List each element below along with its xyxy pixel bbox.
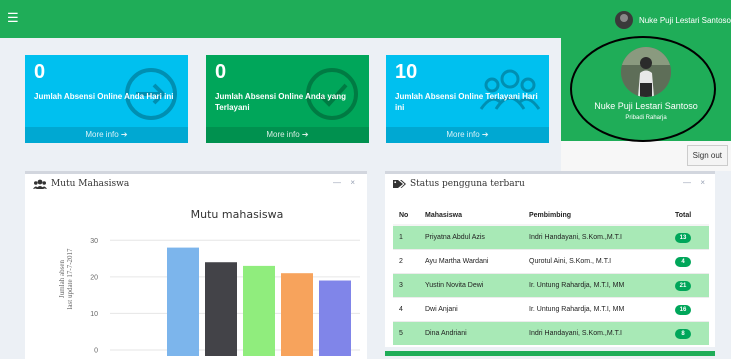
cell-no: 2 — [393, 249, 419, 274]
cell-mahasiswa: Ayu Martha Wardani — [419, 249, 523, 274]
chart-title: Mutu mahasiswa — [191, 208, 284, 221]
table-row[interactable]: 4 Dwi Anjani Ir. Untung Rahardja, M.T.I,… — [393, 297, 709, 322]
cell-mahasiswa: Dina Andriani — [419, 321, 523, 345]
cell-pembimbing: Qurotul Aini, S.Kom., M.T.I — [523, 249, 669, 274]
more-info-link[interactable]: More info ➔ — [206, 127, 369, 143]
cell-no: 3 — [393, 273, 419, 298]
column-header: Pembimbing — [523, 207, 669, 226]
chart-ylabel: Jumlah absen — [58, 260, 66, 298]
user-avatar — [614, 11, 633, 29]
total-badge: 4 — [675, 256, 691, 267]
cell-total: 16 — [669, 297, 709, 322]
hamburger-icon[interactable]: ☰ — [7, 11, 19, 24]
column-header: Total — [669, 207, 709, 226]
info-box-label: Jumlah Absensi Online Anda Hari ini — [34, 92, 174, 101]
minimize-button[interactable]: — — [683, 178, 691, 187]
cell-mahasiswa: Yustin Novita Dewi — [419, 273, 523, 298]
sign-out-button[interactable]: Sign out — [686, 145, 728, 166]
y-tick-label: 0 — [94, 348, 98, 355]
cell-pembimbing: Indri Handayani, S.Kom.,M.T.I — [523, 224, 669, 250]
chart-ylabel-secondary: last update 17-7-2017 — [66, 248, 74, 310]
more-info-link[interactable]: More info ➔ — [25, 127, 188, 143]
cell-pembimbing: Indri Handayani, S.Kom.,M.T.I — [523, 321, 669, 345]
info-box-number: 0 — [34, 61, 46, 83]
table-row[interactable]: 3 Yustin Novita Dewi Ir. Untung Rahardja… — [393, 273, 709, 298]
user-menu[interactable]: Nuke Puji Lestari Santoso — [614, 9, 731, 31]
total-badge: 16 — [675, 304, 691, 315]
info-box-number: 10 — [395, 61, 418, 83]
user-name: Nuke Puji Lestari Santoso — [638, 15, 731, 25]
total-badge: 13 — [675, 232, 691, 243]
table-row[interactable]: 1 Priyatna Abdul Azis Indri Handayani, S… — [393, 224, 709, 250]
column-header: Mahasiswa — [419, 207, 523, 226]
panel-title-text: Status pengguna terbaru — [410, 179, 525, 189]
chart-bars — [167, 247, 351, 356]
cell-mahasiswa: Priyatna Abdul Azis — [419, 224, 523, 250]
table-row[interactable]: 5 Dina Andriani Indri Handayani, S.Kom.,… — [393, 321, 709, 345]
info-box-absensi-terlayani: 0 Jumlah Absensi Online Anda yang Terlay… — [206, 55, 369, 143]
mutu-chart: Mutu mahasiswa Jumlah absen last update … — [58, 208, 360, 356]
info-box-number: 0 — [215, 61, 227, 83]
cell-no: 1 — [393, 224, 419, 250]
cell-no: 5 — [393, 321, 419, 345]
tags-icon — [393, 180, 406, 188]
y-tick-label: 20 — [90, 274, 98, 281]
info-box-absensi-hari-ini: 0 Jumlah Absensi Online Anda Hari ini Mo… — [25, 55, 188, 143]
info-box-label: Jumlah Absensi Online Anda yang Terlayan… — [215, 92, 346, 112]
mutu-mahasiswa-panel: Mutu Mahasiswa — × Mutu mahasiswa Jumlah… — [25, 171, 367, 359]
status-table: No Mahasiswa Pembimbing Total 1 Priyatna… — [393, 207, 709, 345]
highlight-ellipse — [570, 36, 716, 142]
close-button[interactable]: × — [700, 178, 705, 187]
status-pengguna-panel: Status pengguna terbaru — × No Mahasiswa… — [385, 171, 715, 347]
cell-total: 8 — [669, 321, 709, 345]
cell-total: 21 — [669, 273, 709, 298]
next-panel-edge — [385, 351, 715, 356]
y-tick-label: 10 — [90, 311, 98, 318]
profile-footer: Sign out — [561, 141, 731, 171]
chart-bar[interactable] — [167, 247, 199, 356]
cell-total: 13 — [669, 224, 709, 250]
panel-title: Status pengguna terbaru — [393, 179, 525, 189]
cell-mahasiswa: Dwi Anjani — [419, 297, 523, 322]
chart-bar[interactable] — [205, 262, 237, 356]
cell-total: 4 — [669, 249, 709, 274]
info-box-label: Jumlah Absensi Online Terlayani Hari ini — [395, 92, 538, 112]
table-header-row: No Mahasiswa Pembimbing Total — [393, 207, 709, 226]
total-badge: 8 — [675, 328, 691, 339]
info-box-terlayani-hari-ini: 10 Jumlah Absensi Online Terlayani Hari … — [386, 55, 549, 143]
more-info-link[interactable]: More info ➔ — [386, 127, 549, 143]
cell-pembimbing: Ir. Untung Rahardja, M.T.I, MM — [523, 273, 669, 298]
cell-pembimbing: Ir. Untung Rahardja, M.T.I, MM — [523, 297, 669, 322]
chart-bar[interactable] — [319, 280, 351, 356]
top-navbar: ☰ Nuke Puji Lestari Santoso — [0, 0, 731, 38]
cell-no: 4 — [393, 297, 419, 322]
chart-bar[interactable] — [243, 265, 275, 356]
table-row[interactable]: 2 Ayu Martha Wardani Qurotul Aini, S.Kom… — [393, 249, 709, 274]
chart-bar[interactable] — [281, 273, 313, 356]
total-badge: 21 — [675, 280, 691, 291]
y-tick-label: 30 — [90, 238, 98, 245]
column-header: No — [393, 207, 419, 226]
